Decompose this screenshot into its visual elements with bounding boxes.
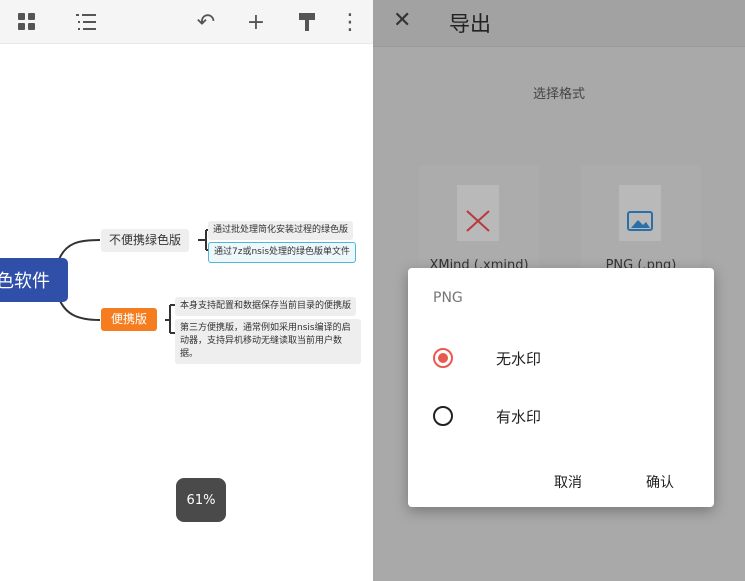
zoom-level[interactable]: 61% [176, 478, 226, 522]
subtopic[interactable]: 通过批处理简化安装过程的绿色版 [208, 221, 354, 240]
format-xmind[interactable]: XMind (.xmind) [419, 165, 539, 275]
page-title: 导出 [449, 12, 491, 36]
image-file-icon [619, 185, 661, 241]
export-header: ✕ 导出 [373, 0, 745, 47]
xmind-file-icon [457, 185, 499, 241]
radio-watermark[interactable] [433, 406, 453, 426]
option-label[interactable]: 有水印 [496, 406, 541, 427]
radio-no-watermark[interactable] [433, 348, 453, 368]
dialog-title: PNG [433, 290, 463, 306]
central-topic[interactable]: 色软件 [0, 258, 68, 302]
mindmap-panel: ↶ + ⋮ 色软件 不便携绿色版 通过批处理简化安装过程的绿色版 通过7z或ns… [0, 0, 373, 581]
subtopic[interactable]: 第三方便携版，通常例如采用nsis编译的启动器，支持异机移动无缝读取当前用户数据… [175, 319, 361, 364]
subtopic-selected[interactable]: 通过7z或nsis处理的绿色版单文件 [208, 242, 357, 263]
close-icon[interactable]: ✕ [393, 8, 411, 33]
format-subtitle: 选择格式 [532, 87, 585, 102]
option-label[interactable]: 无水印 [496, 348, 541, 369]
confirm-button[interactable]: 确认 [646, 472, 674, 492]
format-png[interactable]: PNG (.png) [581, 165, 701, 275]
topic-portable[interactable]: 便携版 [101, 308, 158, 331]
watermark-dialog: PNG 无水印 有水印 取消 确认 [408, 268, 714, 507]
cancel-button[interactable]: 取消 [554, 472, 582, 492]
topic-non-portable[interactable]: 不便携绿色版 [101, 229, 190, 252]
subtopic[interactable]: 本身支持配置和数据保存当前目录的便携版 [175, 297, 357, 316]
